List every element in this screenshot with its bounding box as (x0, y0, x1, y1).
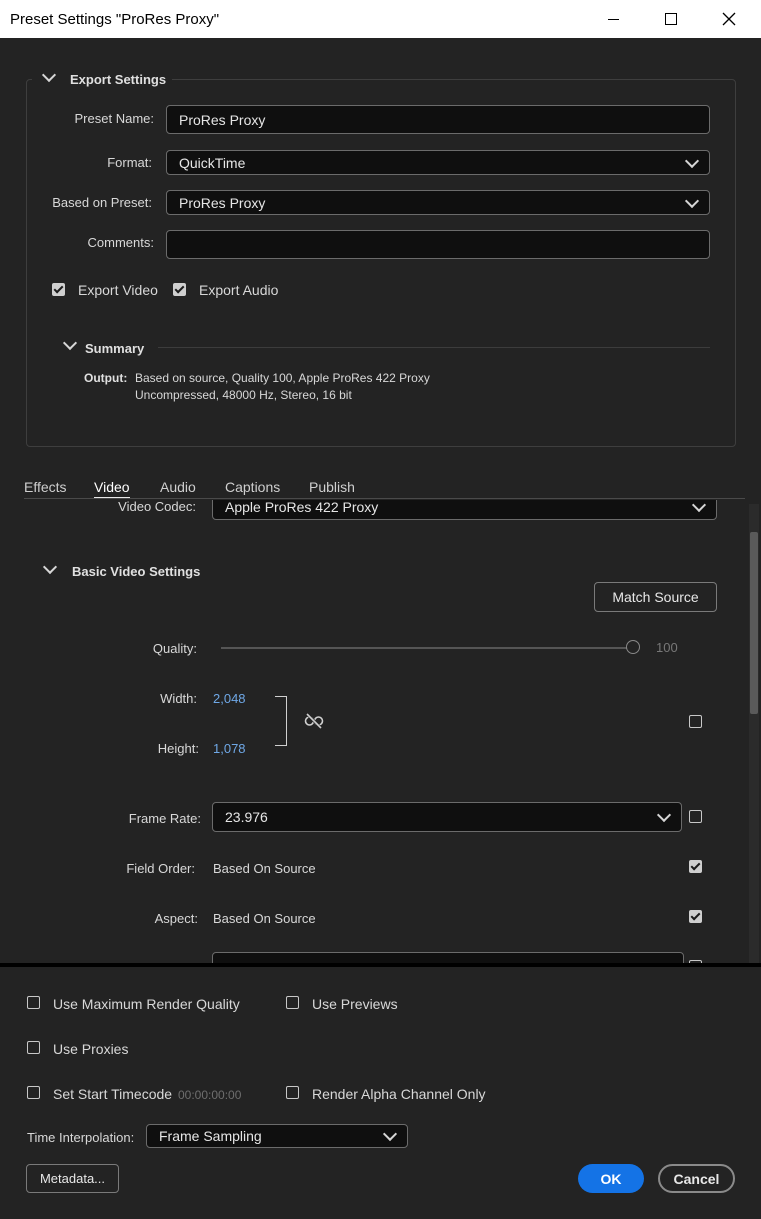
time-interpolation-dropdown[interactable]: Frame Sampling (146, 1124, 408, 1148)
collapse-basic-video-icon[interactable] (42, 559, 58, 575)
panel-separator (0, 963, 761, 967)
aspect-label: Aspect: (154, 911, 198, 926)
max-render-quality-checkbox[interactable] (27, 996, 40, 1009)
time-interpolation-label: Time Interpolation: (27, 1130, 135, 1145)
ok-button[interactable]: OK (578, 1164, 644, 1193)
tab-captions[interactable]: Captions (225, 479, 280, 495)
width-label: Width: (160, 691, 197, 706)
video-settings-panel: Video Codec: Apple ProRes 422 Proxy Basi… (0, 500, 761, 964)
frame-rate-value: 23.976 (225, 809, 268, 825)
title-bar: Preset Settings "ProRes Proxy" (0, 0, 761, 38)
match-source-button[interactable]: Match Source (594, 582, 717, 612)
chevron-down-icon (691, 500, 707, 513)
export-video-checkbox[interactable] (52, 283, 65, 296)
export-video-label: Export Video (78, 282, 158, 298)
field-order-label: Field Order: (126, 861, 195, 876)
video-codec-dropdown[interactable]: Apple ProRes 422 Proxy (212, 500, 717, 520)
render-alpha-label: Render Alpha Channel Only (312, 1086, 486, 1102)
summary-divider (158, 347, 710, 348)
use-proxies-label: Use Proxies (53, 1041, 129, 1057)
export-settings-heading: Export Settings (70, 72, 167, 87)
tab-publish[interactable]: Publish (309, 479, 355, 495)
field-order-value[interactable]: Based On Source (213, 861, 316, 876)
quality-label: Quality: (152, 641, 197, 656)
format-value: QuickTime (179, 154, 246, 171)
start-timecode-value[interactable]: 00:00:00:00 (178, 1088, 241, 1102)
metadata-button[interactable]: Metadata... (26, 1164, 119, 1193)
based-on-preset-dropdown[interactable]: ProRes Proxy (166, 190, 710, 215)
format-dropdown[interactable]: QuickTime (166, 150, 710, 175)
field-order-checkbox[interactable] (689, 860, 702, 873)
scrollbar-thumb[interactable] (750, 532, 758, 714)
based-on-preset-value: ProRes Proxy (179, 194, 266, 211)
output-line-2: Uncompressed, 48000 Hz, Stereo, 16 bit (135, 388, 352, 402)
comments-input[interactable] (166, 230, 710, 259)
export-audio-label: Export Audio (199, 282, 279, 298)
frame-rate-checkbox[interactable] (689, 810, 702, 823)
height-label: Height: (157, 741, 199, 756)
chevron-down-icon (684, 193, 700, 208)
dimension-link-bracket (275, 696, 287, 746)
chevron-down-icon (656, 807, 672, 823)
tab-effects[interactable]: Effects (24, 479, 67, 495)
output-line-1: Based on source, Quality 100, Apple ProR… (135, 371, 430, 385)
window-title: Preset Settings "ProRes Proxy" (10, 11, 220, 28)
frame-rate-label: Frame Rate: (128, 811, 201, 826)
preset-name-input[interactable]: ProRes Proxy (166, 105, 710, 134)
tabs-divider (24, 498, 745, 499)
output-label: Output: (84, 371, 128, 385)
summary-heading: Summary (85, 341, 145, 356)
aspect-value[interactable]: Based On Source (213, 911, 316, 926)
aspect-checkbox[interactable] (689, 910, 702, 923)
height-value[interactable]: 1,078 (213, 741, 246, 756)
max-render-quality-label: Use Maximum Render Quality (53, 996, 240, 1012)
set-start-timecode-label: Set Start Timecode (53, 1086, 173, 1102)
use-previews-label: Use Previews (312, 996, 398, 1012)
preset-name-value: ProRes Proxy (179, 111, 266, 128)
use-previews-checkbox[interactable] (286, 996, 299, 1009)
preset-name-label: Preset Name: (74, 111, 154, 126)
chevron-down-icon (684, 153, 700, 168)
cancel-button[interactable]: Cancel (658, 1164, 735, 1193)
tab-audio[interactable]: Audio (160, 479, 196, 495)
maximize-icon[interactable] (643, 0, 699, 38)
set-start-timecode-checkbox[interactable] (27, 1086, 40, 1099)
export-settings-group (26, 79, 736, 447)
video-codec-value: Apple ProRes 422 Proxy (225, 500, 379, 515)
time-interpolation-value: Frame Sampling (159, 1128, 262, 1144)
format-label: Format: (107, 155, 152, 170)
comments-label: Comments: (87, 235, 154, 250)
close-icon[interactable] (701, 0, 757, 38)
width-value[interactable]: 2,048 (213, 691, 246, 706)
unlink-icon[interactable] (304, 712, 324, 733)
basic-video-settings-heading: Basic Video Settings (72, 564, 201, 579)
quality-slider-track[interactable] (221, 647, 633, 649)
tab-video[interactable]: Video (94, 479, 130, 495)
video-codec-label: Video Codec: (118, 500, 196, 514)
minimize-icon[interactable] (585, 0, 641, 38)
based-on-preset-label: Based on Preset: (52, 195, 152, 210)
chevron-down-icon (382, 1126, 398, 1142)
export-audio-checkbox[interactable] (173, 283, 186, 296)
quality-slider-thumb[interactable] (626, 640, 640, 654)
frame-rate-dropdown[interactable]: 23.976 (212, 802, 682, 832)
render-alpha-checkbox[interactable] (286, 1086, 299, 1099)
use-proxies-checkbox[interactable] (27, 1041, 40, 1054)
width-height-checkbox[interactable] (689, 715, 702, 728)
quality-value: 100 (656, 640, 678, 655)
